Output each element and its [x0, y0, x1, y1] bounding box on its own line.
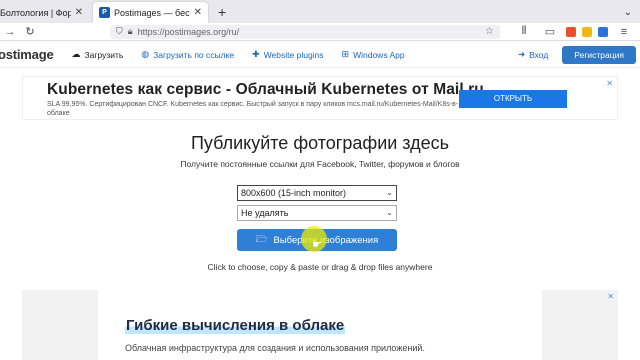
login-label: Вход — [529, 49, 549, 60]
hand-cursor-icon: ☛ — [312, 239, 322, 251]
extension-icon[interactable] — [566, 26, 576, 37]
ad-content: Гибкие вычисления в облаке Облачная инфр… — [98, 290, 542, 360]
tab-list-button[interactable]: ⌄ — [624, 2, 640, 23]
toolbar-extensions: ⫴ ▭ ≡ — [514, 25, 640, 38]
library-icon[interactable]: ⫴ — [514, 25, 534, 38]
chevron-down-icon: ⌄ — [386, 188, 393, 197]
expiration-select-value: Не удалять — [241, 208, 289, 218]
nav-website-plugins-label: Website plugins — [263, 49, 324, 60]
bookmark-star-icon[interactable]: ☆ — [485, 26, 494, 37]
login-link[interactable]: ➜ Вход — [518, 49, 548, 60]
close-tab-icon[interactable]: ✕ — [194, 7, 202, 18]
ad-title[interactable]: Kubernetes как сервис - Облачный Kuberne… — [47, 81, 484, 99]
register-button[interactable]: Регистрация — [562, 45, 636, 64]
ad-title[interactable]: Гибкие вычисления в облаке — [125, 317, 346, 334]
globe-icon: ◍ — [141, 49, 150, 59]
tab-postimages[interactable]: P Postimages — бесплатный хо ✕ — [93, 2, 208, 23]
nav-upload-by-link-label: Загрузить по ссылке — [153, 49, 235, 60]
puzzle-icon: ✚ — [252, 49, 260, 59]
ad-text: Облачная инфраструктура для создания и и… — [125, 343, 425, 353]
nav-windows-app-label: Windows App — [353, 49, 405, 60]
ad-banner-top[interactable]: Kubernetes как сервис - Облачный Kuberne… — [22, 76, 618, 120]
postimages-favicon-icon: P — [99, 7, 110, 18]
tab-title: Postimages — бесплатный хо — [114, 7, 190, 18]
site-header: ostimage ☁ Загрузить ◍ Загрузить по ссыл… — [0, 42, 640, 68]
page-title: Публикуйте фотографии здесь — [190, 133, 450, 153]
ad-banner-bottom[interactable]: Гибкие вычисления в облаке Облачная инфр… — [22, 290, 618, 360]
folder-icon: 🗁︎ — [255, 234, 268, 245]
nav-upload-label: Загрузить — [84, 49, 124, 60]
resize-select[interactable]: 800x600 (15-inch monitor) ⌄ — [237, 185, 397, 201]
windows-icon: ⊞ — [341, 49, 350, 59]
shield-icon: ⛉ — [116, 26, 123, 36]
forward-icon[interactable]: → — [0, 26, 20, 38]
nav-upload-by-link[interactable]: ◍ Загрузить по ссылке — [141, 49, 234, 60]
extension-icon[interactable] — [582, 26, 592, 37]
nav-windows-app[interactable]: ⊞ Windows App — [342, 49, 405, 60]
page-subtitle: Получите постоянные ссылки для Facebook,… — [180, 159, 460, 169]
chevron-down-icon: ⌄ — [386, 208, 393, 217]
menu-icon[interactable]: ≡ — [614, 26, 634, 38]
resize-select-value: 800x600 (15-inch monitor) — [241, 188, 347, 198]
expiration-select[interactable]: Не удалять ⌄ — [237, 205, 397, 221]
ad-close-icon[interactable]: ✕ — [606, 79, 613, 88]
ad-text: SLA 99,95%. Сертифицирован CNCF. Kuberne… — [47, 101, 459, 117]
login-icon: ➜ — [517, 49, 526, 59]
ad-close-icon[interactable]: ✕ — [607, 292, 614, 301]
sidebar-icon[interactable]: ▭ — [540, 25, 560, 38]
upload-hint: Click to choose, copy & paste or drag & … — [207, 262, 433, 272]
nav-upload[interactable]: ☁ Загрузить — [71, 49, 123, 60]
url-text: https://postimages.org/ru/ — [137, 26, 240, 37]
tab-title: Болтология | Форумы VINEYAR — [0, 7, 71, 18]
ad-open-button[interactable]: ОТКРЫТЬ — [459, 90, 567, 108]
reload-icon[interactable]: ↻ — [20, 25, 40, 38]
nav-website-plugins[interactable]: ✚ Website plugins — [252, 49, 323, 60]
new-tab-button[interactable]: + — [208, 2, 236, 23]
site-logo[interactable]: ostimage — [0, 47, 54, 62]
tab-forum[interactable]: Болтология | Форумы VINEYAR ✕ — [0, 2, 89, 23]
cloud-upload-icon: ☁ — [71, 49, 81, 59]
extension-icon[interactable] — [598, 26, 608, 37]
tab-strip: Болтология | Форумы VINEYAR ✕ P Postimag… — [0, 0, 640, 23]
close-tab-icon[interactable]: ✕ — [75, 7, 83, 18]
navigation-bar: → ↻ ⛉ 🔒︎ https://postimages.org/ru/ ☆ ⫴ … — [0, 23, 640, 41]
address-bar[interactable]: ⛉ 🔒︎ https://postimages.org/ru/ ☆ — [110, 24, 500, 39]
lock-icon: 🔒︎ — [127, 26, 133, 36]
